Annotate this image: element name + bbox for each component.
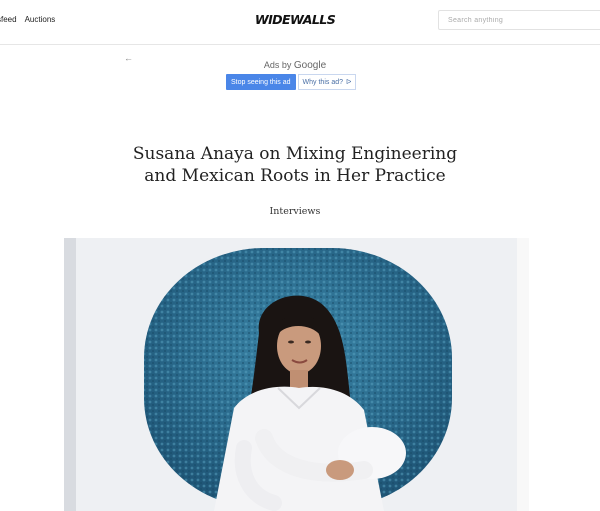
google-label: Google [293, 60, 327, 71]
article-title-line-2: and Mexican Roots in Her Practice [144, 166, 446, 186]
widewalls-logo[interactable]: WIDEWALLS [255, 12, 336, 28]
why-this-ad-label: Why this ad? [302, 78, 344, 86]
article-category[interactable]: Interviews [0, 206, 590, 217]
why-this-ad-button[interactable]: Why this ad? ᐅ [297, 74, 357, 90]
nav-item-newsfeed[interactable]: sfeed [0, 15, 17, 24]
info-arrow-icon: ᐅ [346, 79, 352, 86]
ads-by-label: Ads by [263, 60, 292, 70]
ad-feedback-buttons: Stop seeing this ad Why this ad? ᐅ [226, 74, 357, 90]
search-input[interactable] [438, 10, 600, 30]
ads-by-google: Ads by Google [0, 60, 590, 71]
artist-portrait-illustration [64, 238, 529, 511]
main-nav: sfeed Auctions [0, 15, 55, 24]
nav-item-auctions[interactable]: Auctions [25, 15, 56, 24]
stop-seeing-ad-button[interactable]: Stop seeing this ad [226, 74, 296, 90]
article-title-line-1: Susana Anaya on Mixing Engineering [132, 144, 458, 164]
article-hero-image [64, 238, 529, 511]
site-header: sfeed Auctions WIDEWALLS [0, 0, 600, 45]
article-title: Susana Anaya on Mixing Engineering and M… [0, 143, 590, 187]
